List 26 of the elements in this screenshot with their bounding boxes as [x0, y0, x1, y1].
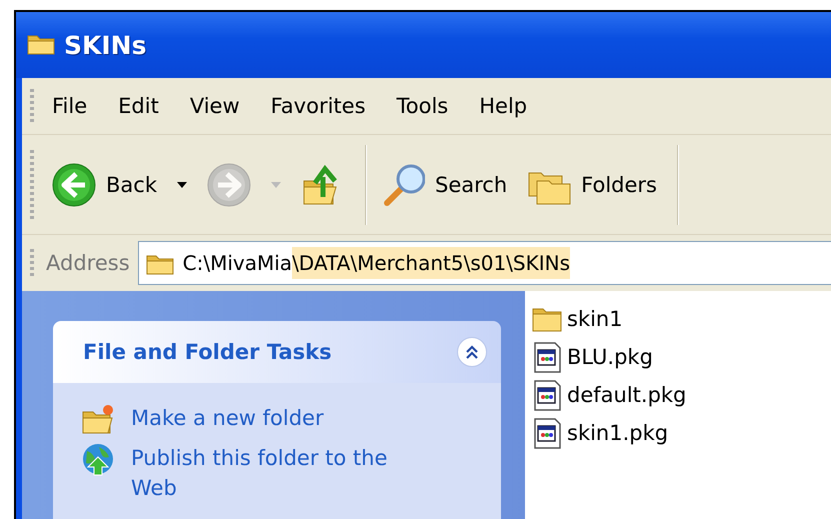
address-label: Address	[46, 251, 130, 275]
folders-button[interactable]: Folders	[521, 158, 663, 210]
search-button[interactable]: Search	[374, 158, 514, 210]
file-name[interactable]: BLU.pkg	[567, 345, 653, 369]
globe-icon	[81, 443, 115, 477]
menu-item[interactable]: Help	[479, 94, 528, 118]
task-link[interactable]: Publish this folder to the Web	[131, 443, 431, 503]
file-name[interactable]: skin1	[567, 307, 623, 331]
back-button[interactable]: Back	[46, 158, 193, 210]
menu-item[interactable]: View	[190, 94, 240, 118]
chevrons-icon	[464, 344, 480, 360]
collapse-button[interactable]	[457, 337, 487, 367]
address-field[interactable]: C:\MivaMia\DATA\Merchant5\s01\SKINs	[138, 241, 831, 285]
panel-title: File and Folder Tasks	[83, 340, 332, 364]
menu-item[interactable]: File	[52, 94, 88, 118]
task-link[interactable]: Make a new folder	[131, 403, 324, 433]
menu-item[interactable]: Favorites	[270, 94, 366, 118]
arrow-right-icon	[206, 162, 251, 206]
menu-item[interactable]: Edit	[118, 94, 159, 118]
caret-icon	[176, 182, 187, 188]
file-name[interactable]: skin1.pkg	[567, 421, 668, 445]
caret-icon	[270, 182, 281, 188]
menu-item[interactable]: Tools	[396, 94, 448, 118]
file-name[interactable]: default.pkg	[567, 383, 686, 407]
arrow-left-icon	[52, 162, 96, 206]
window-title: SKINs	[64, 30, 146, 60]
